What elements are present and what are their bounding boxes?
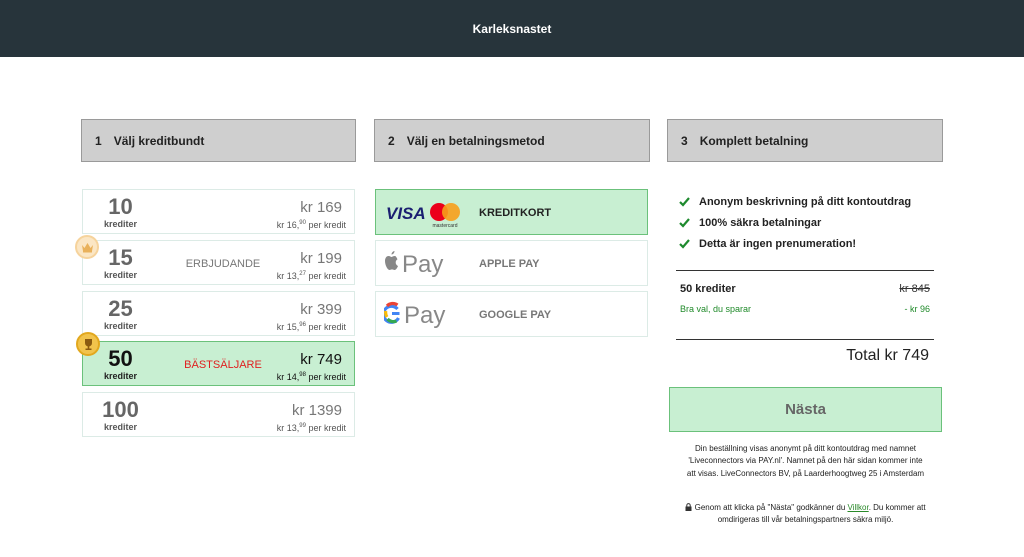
benefits-list: Anonym beskrivning på ditt kontoutdrag 1… bbox=[679, 191, 934, 254]
package-per-credit: kr 13,99 per kredit bbox=[276, 423, 346, 433]
step-label: Välj en betalningsmetod bbox=[406, 133, 545, 148]
payment-method-column: 2 Välj en betalningsmetod VISA mastercar… bbox=[374, 119, 650, 337]
top-bar: Karleksnastet bbox=[0, 0, 1024, 57]
package-per-credit: kr 13,27 per kredit bbox=[276, 271, 346, 281]
checkmark-icon bbox=[679, 218, 690, 228]
payment-label: APPLE PAY bbox=[479, 258, 540, 270]
svg-text:Pay: Pay bbox=[402, 251, 443, 278]
step-3-header: 3 Komplett betalning bbox=[667, 119, 943, 162]
checkmark-icon bbox=[679, 239, 690, 249]
apple-pay-logo: Pay bbox=[384, 247, 474, 281]
checkmark-icon bbox=[679, 197, 690, 207]
google-pay-logo: Pay bbox=[381, 298, 474, 332]
package-per-credit: kr 16,90 per kredit bbox=[276, 220, 346, 230]
summary-saving-value: - kr 96 bbox=[904, 304, 930, 314]
site-title: Karleksnastet bbox=[472, 21, 552, 36]
benefit-item: Detta är ingen prenumeration! bbox=[679, 233, 934, 254]
package-credit-unit: krediter bbox=[103, 371, 138, 381]
summary-old-price: kr 845 bbox=[899, 283, 930, 295]
terms-text: Genom att klicka på "Nästa" godkänner du… bbox=[683, 502, 928, 527]
package-price: kr 199 bbox=[300, 250, 342, 267]
step-number: 3 bbox=[681, 133, 688, 148]
svg-text:VISA: VISA bbox=[386, 204, 426, 223]
billing-info-text: Din beställning visas anonymt på ditt ko… bbox=[686, 444, 925, 478]
package-25-credits[interactable]: 25 krediter kr 399 kr 15,96 per kredit bbox=[82, 291, 355, 336]
package-tag: ERBJUDANDE bbox=[185, 258, 261, 270]
order-summary: 50 krediter kr 845 Bra val, du sparar - … bbox=[676, 270, 934, 340]
package-credit-count: 15 bbox=[108, 245, 133, 270]
step-label: Välj kreditbundt bbox=[113, 133, 205, 148]
package-15-credits[interactable]: 15 krediter ERBJUDANDE kr 199 kr 13,27 p… bbox=[75, 235, 355, 285]
package-per-credit: kr 15,96 per kredit bbox=[276, 322, 346, 332]
summary-item: 50 krediter bbox=[680, 283, 736, 295]
payment-googlepay[interactable]: Pay GOOGLE PAY bbox=[375, 291, 648, 337]
package-credit-count: 100 bbox=[102, 397, 139, 422]
payment-creditcard[interactable]: VISA mastercard KREDITKORT bbox=[375, 189, 648, 235]
checkout-column: 3 Komplett betalning Anonym beskrivning … bbox=[667, 119, 943, 549]
svg-text:Pay: Pay bbox=[404, 302, 445, 329]
step-number: 1 bbox=[95, 133, 102, 148]
summary-saving-label: Bra val, du sparar bbox=[680, 304, 752, 314]
payment-label: KREDITKORT bbox=[479, 207, 552, 219]
package-credit-count: 50 bbox=[108, 346, 133, 371]
next-button[interactable]: Nästa bbox=[669, 387, 942, 432]
credit-bundle-column: 1 Välj kreditbundt 10 krediter kr 169 kr… bbox=[75, 119, 356, 437]
package-credit-count: 10 bbox=[108, 194, 133, 219]
package-10-credits[interactable]: 10 krediter kr 169 kr 16,90 per kredit bbox=[82, 189, 355, 234]
package-per-credit: kr 14,98 per kredit bbox=[276, 372, 346, 382]
package-50-credits[interactable]: 50 krediter BÄSTSÄLJARE kr 749 kr 14,98 … bbox=[76, 332, 355, 386]
package-tag: BÄSTSÄLJARE bbox=[184, 359, 262, 371]
payment-applepay[interactable]: Pay APPLE PAY bbox=[375, 240, 648, 286]
step-2-header: 2 Välj en betalningsmetod bbox=[374, 119, 650, 162]
benefit-text: Detta är ingen prenumeration! bbox=[699, 237, 857, 250]
benefit-item: 100% säkra betalningar bbox=[679, 212, 934, 233]
step-label: Komplett betalning bbox=[699, 133, 809, 148]
package-credit-count: 25 bbox=[108, 296, 133, 321]
package-price: kr 169 bbox=[300, 199, 342, 216]
payment-label: GOOGLE PAY bbox=[479, 309, 552, 321]
step-number: 2 bbox=[388, 133, 395, 148]
package-credit-unit: krediter bbox=[103, 270, 138, 280]
terms-link[interactable]: Villkor bbox=[848, 503, 869, 512]
benefit-item: Anonym beskrivning på ditt kontoutdrag bbox=[679, 191, 934, 212]
package-credit-unit: krediter bbox=[103, 422, 138, 432]
visa-mastercard-logo: VISA mastercard bbox=[384, 196, 474, 230]
package-credit-unit: krediter bbox=[103, 321, 138, 331]
svg-text:mastercard: mastercard bbox=[432, 223, 457, 229]
lock-icon bbox=[685, 503, 692, 511]
step-1-header: 1 Välj kreditbundt bbox=[81, 119, 356, 162]
benefit-text: Anonym beskrivning på ditt kontoutdrag bbox=[699, 195, 912, 208]
benefit-text: 100% säkra betalningar bbox=[699, 216, 822, 229]
package-100-credits[interactable]: 100 krediter kr 1399 kr 13,99 per kredit bbox=[82, 392, 355, 437]
package-price: kr 399 bbox=[300, 301, 342, 318]
package-price: kr 1399 bbox=[291, 402, 342, 419]
package-price: kr 749 bbox=[300, 351, 342, 368]
order-total: Total kr 749 bbox=[846, 347, 929, 364]
package-credit-unit: krediter bbox=[103, 219, 138, 229]
